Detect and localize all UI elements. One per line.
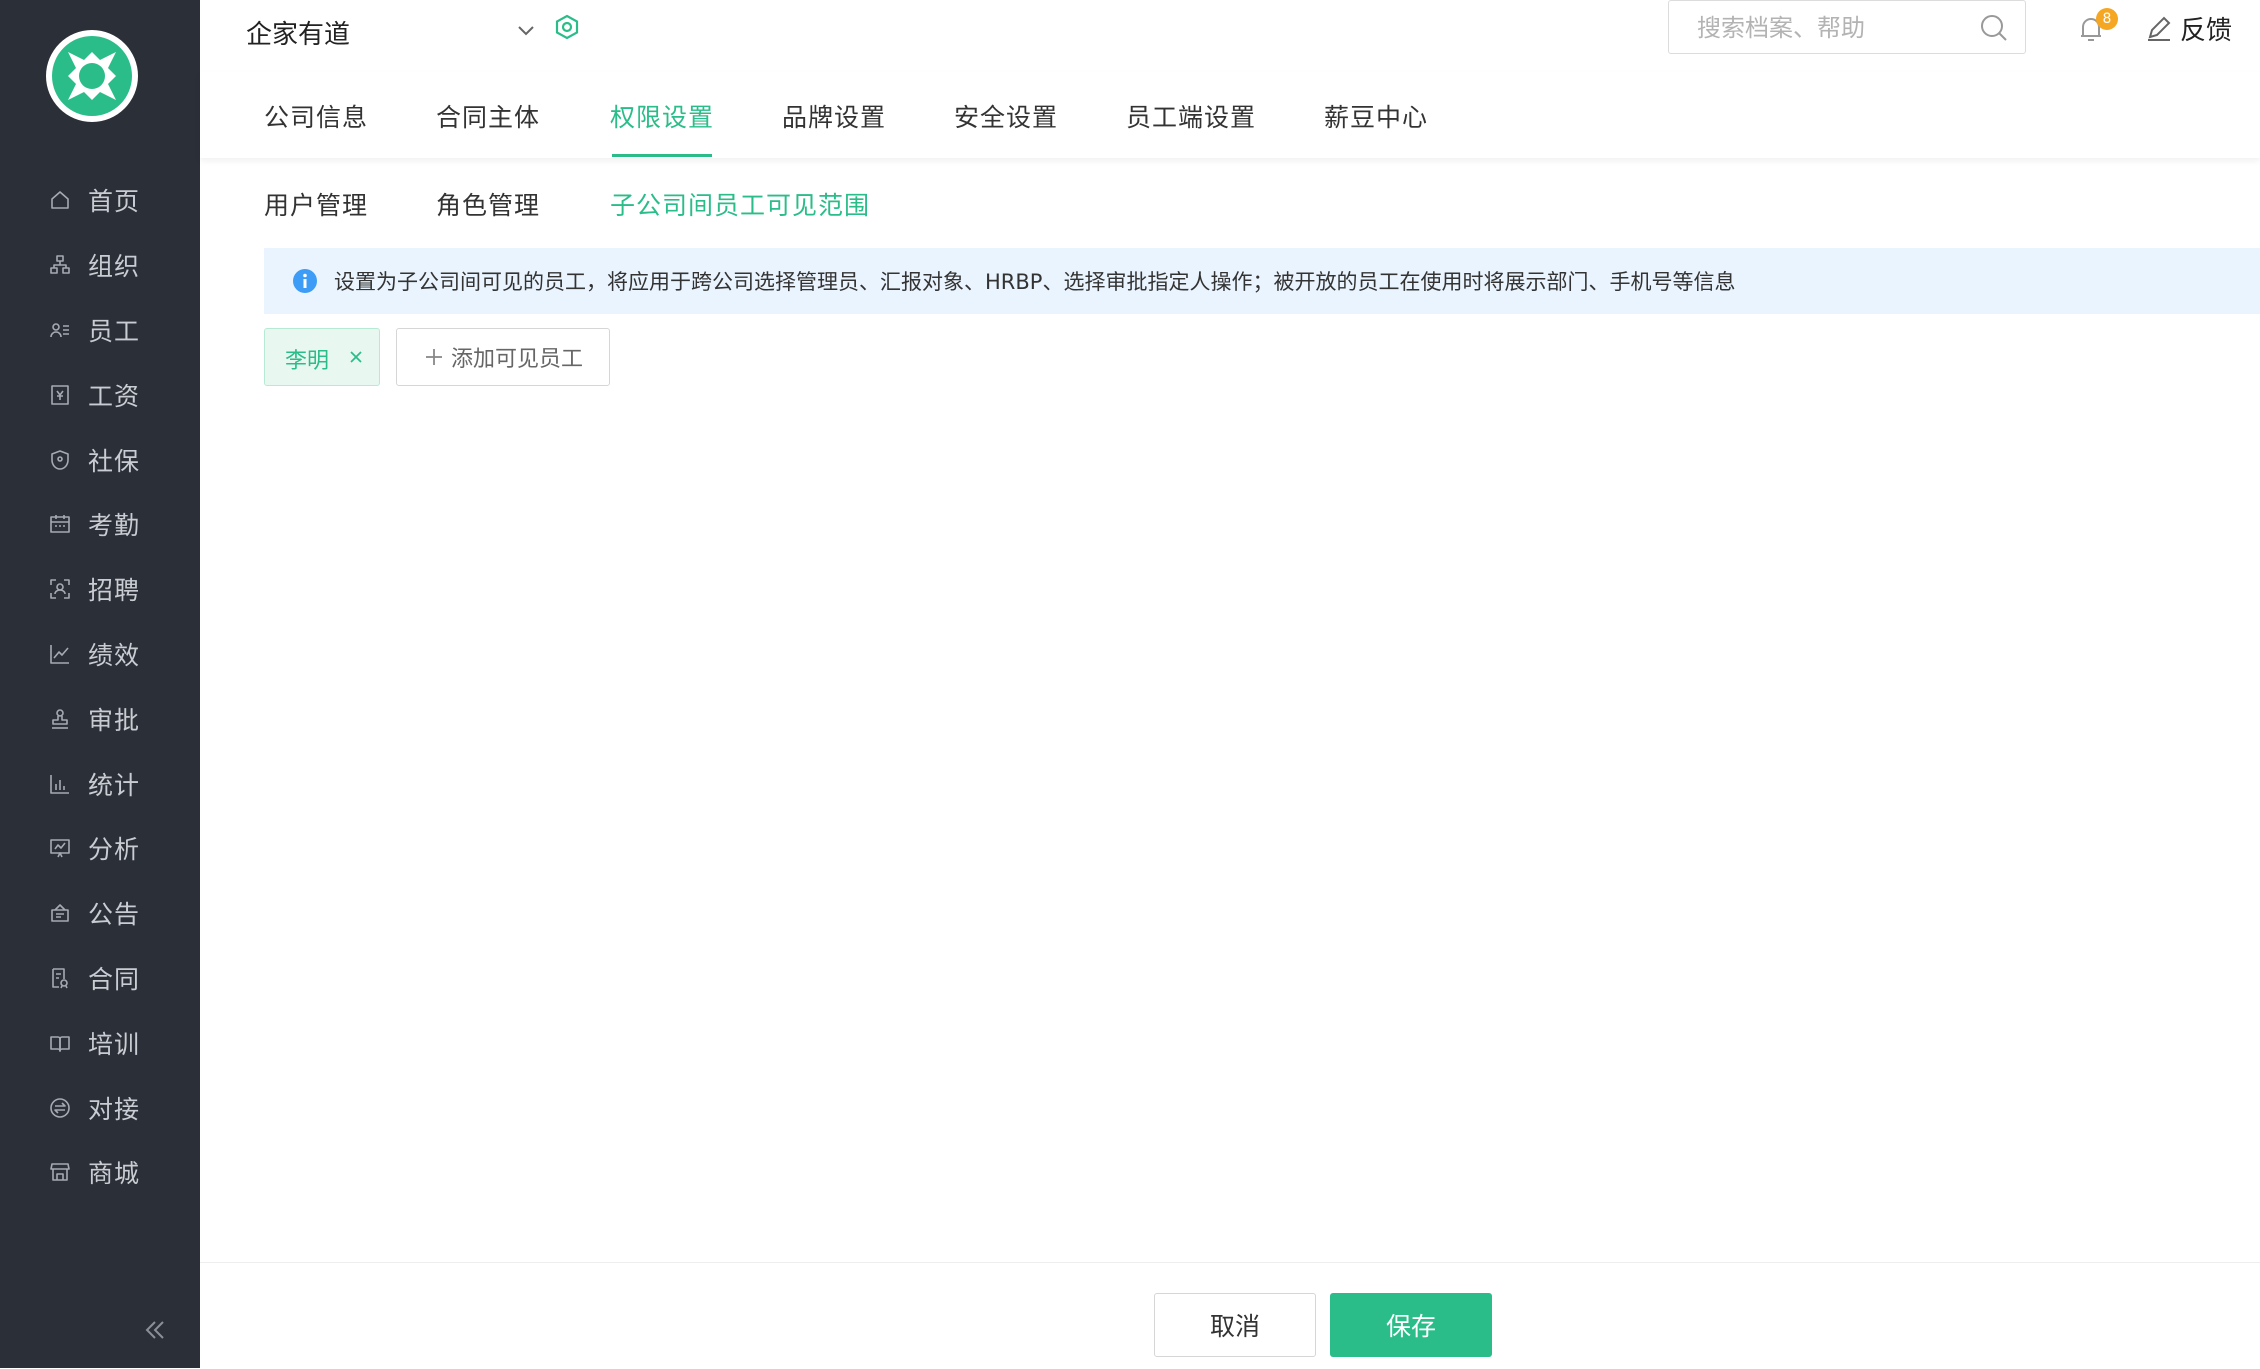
employee-icon	[48, 318, 72, 342]
sidebar: 首页组织员工工资社保考勤招聘绩效审批统计分析公告合同培训对接商城	[0, 0, 200, 1368]
recruit-icon	[48, 577, 72, 601]
active-tab-indicator	[612, 154, 712, 157]
sidebar-item-label: 招聘	[88, 576, 141, 606]
employee-tag: 李明	[264, 328, 380, 386]
home-icon	[48, 188, 72, 212]
sidebar-item-statistics[interactable]: 统计	[0, 751, 200, 816]
integration-icon	[48, 1096, 72, 1120]
sidebar-item-training[interactable]: 培训	[0, 1010, 200, 1075]
sidebar-item-contract[interactable]: 合同	[0, 946, 200, 1011]
sidebar-item-label: 合同	[88, 964, 141, 994]
sidebar-item-label: 组织	[88, 252, 141, 282]
sidebar-item-store[interactable]: 商城	[0, 1140, 200, 1205]
sidebar-item-performance[interactable]: 绩效	[0, 622, 200, 687]
cancel-button[interactable]: 取消	[1154, 1293, 1316, 1357]
top-bar: 企家有道 8 反馈	[200, 0, 2260, 73]
contract-icon	[48, 966, 72, 990]
tab-permission-settings[interactable]: 权限设置	[610, 98, 714, 134]
store-icon	[48, 1160, 72, 1184]
sidebar-item-label: 考勤	[88, 511, 141, 541]
tab-security-settings[interactable]: 安全设置	[954, 98, 1058, 134]
search-box	[1668, 0, 2026, 55]
tab-brand-settings[interactable]: 品牌设置	[782, 98, 886, 134]
sidebar-item-analysis[interactable]: 分析	[0, 816, 200, 881]
sidebar-item-org[interactable]: 组织	[0, 233, 200, 298]
subtab-user-management[interactable]: 用户管理	[264, 186, 368, 222]
tab-contract-entity[interactable]: 合同主体	[436, 98, 540, 134]
plus-icon	[423, 346, 445, 368]
footer-actions: 取消 保存	[200, 1262, 2260, 1369]
sidebar-item-label: 审批	[88, 705, 141, 735]
sidebar-item-label: 对接	[88, 1094, 141, 1124]
sidebar-item-label: 工资	[88, 381, 141, 411]
sidebar-item-recruit[interactable]: 招聘	[0, 557, 200, 622]
close-icon[interactable]	[345, 346, 367, 368]
sidebar-item-label: 分析	[88, 835, 141, 865]
sidebar-item-integration[interactable]: 对接	[0, 1075, 200, 1140]
sidebar-item-social-security[interactable]: 社保	[0, 427, 200, 492]
info-banner: 设置为子公司间可见的员工，将应用于跨公司选择管理员、汇报对象、HRBP、选择审批…	[264, 248, 2260, 314]
sidebar-item-label: 社保	[88, 446, 141, 476]
attendance-icon	[48, 512, 72, 536]
tab-company-info[interactable]: 公司信息	[264, 98, 368, 134]
sidebar-item-home[interactable]: 首页	[0, 168, 200, 233]
salary-icon	[48, 383, 72, 407]
add-visible-employee-button[interactable]: 添加可见员工	[396, 328, 610, 386]
statistics-icon	[48, 772, 72, 796]
tab-xindou-center[interactable]: 薪豆中心	[1324, 98, 1428, 134]
search-input[interactable]	[1669, 1, 1999, 55]
chevron-down-icon[interactable]	[514, 18, 538, 42]
notification-badge: 8	[2096, 8, 2118, 30]
tab-employee-app-settings[interactable]: 员工端设置	[1126, 98, 1256, 134]
approval-icon	[48, 707, 72, 731]
sidebar-item-label: 培训	[88, 1029, 141, 1059]
sidebar-item-employee[interactable]: 员工	[0, 298, 200, 363]
subtab-cross-company-visibility[interactable]: 子公司间员工可见范围	[610, 186, 870, 222]
sidebar-item-approval[interactable]: 审批	[0, 686, 200, 751]
sidebar-item-label: 商城	[88, 1159, 141, 1189]
company-settings-icon[interactable]	[552, 12, 582, 42]
sidebar-item-attendance[interactable]: 考勤	[0, 492, 200, 557]
settings-tabs: 公司信息 合同主体 权限设置 品牌设置 安全设置 员工端设置 薪豆中心	[200, 72, 2260, 158]
edit-icon	[2144, 13, 2174, 43]
sidebar-item-label: 公告	[88, 900, 141, 930]
save-button[interactable]: 保存	[1330, 1293, 1492, 1357]
training-icon	[48, 1031, 72, 1055]
announcement-icon	[48, 901, 72, 925]
info-icon	[292, 268, 318, 294]
collapse-sidebar-icon[interactable]	[140, 1315, 170, 1345]
sidebar-item-label: 统计	[88, 770, 141, 800]
info-text: 设置为子公司间可见的员工，将应用于跨公司选择管理员、汇报对象、HRBP、选择审批…	[334, 270, 1736, 294]
analysis-icon	[48, 836, 72, 860]
sidebar-item-announcement[interactable]: 公告	[0, 881, 200, 946]
company-name[interactable]: 企家有道	[246, 14, 350, 51]
feedback-button[interactable]: 反馈	[2144, 10, 2232, 46]
sidebar-item-label: 员工	[88, 316, 141, 346]
sidebar-nav: 首页组织员工工资社保考勤招聘绩效审批统计分析公告合同培训对接商城	[0, 168, 200, 1205]
sidebar-item-label: 首页	[88, 187, 141, 217]
add-visible-employee-label: 添加可见员工	[450, 347, 583, 372]
search-icon[interactable]	[1979, 13, 2009, 43]
subtab-role-management[interactable]: 角色管理	[436, 186, 540, 222]
performance-icon	[48, 642, 72, 666]
feedback-label: 反馈	[2180, 15, 2233, 46]
sidebar-item-salary[interactable]: 工资	[0, 362, 200, 427]
sidebar-item-label: 绩效	[88, 640, 141, 670]
org-icon	[48, 253, 72, 277]
app-logo[interactable]	[46, 30, 138, 122]
social-security-icon	[48, 448, 72, 472]
employee-tag-label: 李明	[285, 349, 330, 374]
